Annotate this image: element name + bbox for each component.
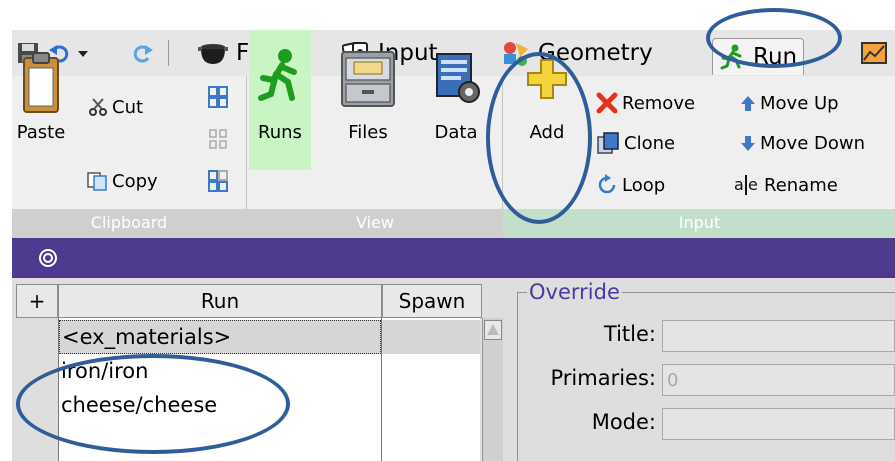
svg-text:a: a <box>734 175 744 194</box>
spawn-column <box>382 318 480 461</box>
group-label-clipboard: Clipboard <box>90 213 168 232</box>
chevron-down-icon <box>78 51 88 57</box>
list-item[interactable]: cheese/cheese <box>59 388 381 422</box>
remove-label: Remove <box>622 92 696 114</box>
arrow-down-icon <box>741 136 755 151</box>
add-column-button[interactable]: + <box>16 284 58 318</box>
redo-icon <box>133 45 153 63</box>
rename-icon: ae <box>734 175 758 195</box>
undo-history-button[interactable] <box>76 40 90 66</box>
plus-icon <box>527 59 567 99</box>
mode-label: Mode: <box>591 410 656 434</box>
move-down-button[interactable]: Move Down <box>740 128 865 158</box>
scroll-up-button[interactable] <box>484 320 502 340</box>
clone-icon <box>597 132 619 154</box>
copy-icon <box>87 172 107 191</box>
move-down-label: Move Down <box>760 132 865 154</box>
target-icon[interactable] <box>38 248 58 268</box>
spawn-column-header[interactable]: Spawn <box>382 284 482 318</box>
data-button[interactable]: Data <box>423 30 489 170</box>
arrow-up-icon <box>487 324 499 335</box>
add-label: Add <box>529 122 565 143</box>
grid-light-icon <box>209 129 227 149</box>
running-man-icon <box>258 49 297 101</box>
tab-run[interactable]: Run <box>712 38 805 75</box>
spawn-cell-selected[interactable] <box>382 320 480 354</box>
paste-icon <box>23 52 59 113</box>
view-list-button[interactable] <box>208 166 232 196</box>
loop-icon <box>598 174 616 194</box>
title-field[interactable] <box>662 320 895 352</box>
cut-button[interactable]: Cut <box>88 92 143 122</box>
view-small-icons-button[interactable] <box>208 124 232 154</box>
loop-button[interactable]: Loop <box>596 170 665 200</box>
primaries-field[interactable]: 0 <box>662 364 895 396</box>
loop-label: Loop <box>622 174 666 196</box>
toolbar-separator <box>168 40 169 66</box>
copy-button[interactable]: Copy <box>86 166 158 196</box>
move-up-button[interactable]: Move Up <box>740 88 839 118</box>
remove-icon <box>596 92 618 114</box>
files-label: Files <box>348 122 388 143</box>
add-button[interactable]: Add <box>512 30 582 170</box>
view-large-icons-button[interactable] <box>208 82 232 112</box>
paste-button[interactable]: Paste <box>12 30 70 170</box>
running-man-icon <box>720 44 742 70</box>
runs-button[interactable]: Runs <box>249 30 311 170</box>
plot-icon <box>861 42 887 64</box>
primaries-label: Primaries: <box>550 366 657 390</box>
clone-label: Clone <box>624 132 676 154</box>
group-label-input: Input <box>678 213 721 232</box>
redo-button[interactable] <box>132 40 154 66</box>
paste-label: Paste <box>16 122 66 143</box>
arrow-up-icon <box>741 96 755 111</box>
data-settings-icon <box>436 53 480 103</box>
list-item[interactable]: <ex_materials> <box>59 320 381 354</box>
move-up-label: Move Up <box>760 92 839 114</box>
copy-label: Copy <box>112 170 158 192</box>
list-scrollbar[interactable] <box>482 318 503 461</box>
rename-label: Rename <box>764 174 838 196</box>
flair-window: Flair Input Geometry Run Paste Cut Copy <box>12 30 895 461</box>
runs-label: Runs <box>258 122 302 143</box>
cut-label: Cut <box>112 96 144 118</box>
tab-plot[interactable] <box>860 36 895 70</box>
svg-text:e: e <box>748 175 758 194</box>
files-button[interactable]: Files <box>335 30 401 170</box>
group-label-view: View <box>356 213 394 232</box>
list-grid-icon <box>208 170 228 192</box>
title-label: Title: <box>603 322 656 346</box>
file-cabinet-icon <box>341 51 395 107</box>
data-label: Data <box>434 122 478 143</box>
clone-button[interactable]: Clone <box>596 128 675 158</box>
mode-field[interactable] <box>662 408 895 440</box>
run-column-header[interactable]: Run <box>58 284 382 318</box>
list-item[interactable]: iron/iron <box>59 354 381 388</box>
grid-icon <box>208 86 228 108</box>
override-title: Override <box>527 280 622 304</box>
cauldron-icon <box>198 44 228 64</box>
remove-button[interactable]: Remove <box>596 88 695 118</box>
tab-run-label: Run <box>753 44 798 70</box>
run-list[interactable]: <ex_materials> iron/iron cheese/cheese <box>58 318 382 461</box>
rename-button[interactable]: ae Rename <box>734 170 838 200</box>
status-bar <box>12 238 895 278</box>
scissors-icon <box>89 98 107 116</box>
